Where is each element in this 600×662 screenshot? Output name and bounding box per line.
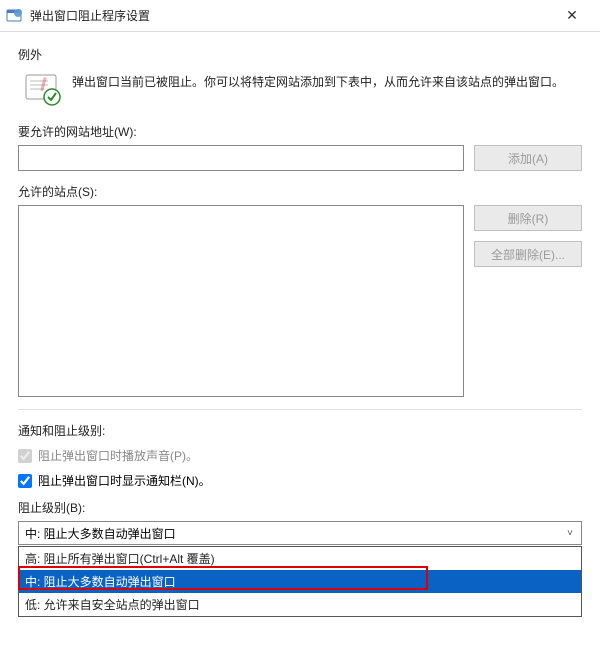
content-area: 例外 弹出窗口当前已被阻止。你可以将特定网站添加到下表中，从而允许来自该站点的弹… <box>0 32 600 627</box>
remove-all-button[interactable]: 全部删除(E)... <box>474 241 582 267</box>
close-icon: ✕ <box>566 7 578 24</box>
titlebar-left: 弹出窗口阻止程序设置 <box>6 7 150 24</box>
checkbox-show-notify[interactable]: 阻止弹出窗口时显示通知栏(N)。 <box>18 472 582 489</box>
info-icon <box>24 71 62 109</box>
app-icon <box>6 8 24 24</box>
exceptions-section-label: 例外 <box>18 46 582 63</box>
window-title: 弹出窗口阻止程序设置 <box>30 7 150 24</box>
remove-button[interactable]: 删除(R) <box>474 205 582 231</box>
checkbox-show-notify-label: 阻止弹出窗口时显示通知栏(N)。 <box>38 472 211 489</box>
list-button-column: 删除(R) 全部删除(E)... <box>474 205 582 267</box>
checkbox-play-sound[interactable]: 阻止弹出窗口时播放声音(P)。 <box>18 447 582 464</box>
checkbox-play-sound-input[interactable] <box>18 449 32 463</box>
block-level-field: 阻止级别(B): 中: 阻止大多数自动弹出窗口 高: 阻止所有弹出窗口(Ctrl… <box>18 499 582 617</box>
allowed-sites-listbox[interactable] <box>18 205 464 397</box>
section-divider <box>18 409 582 410</box>
address-label: 要允许的网站地址(W): <box>18 123 582 140</box>
notifications-section-label: 通知和阻止级别: <box>18 422 582 439</box>
block-level-combobox[interactable]: 中: 阻止大多数自动弹出窗口 <box>18 521 582 545</box>
block-level-label: 阻止级别(B): <box>18 499 582 516</box>
info-row: 弹出窗口当前已被阻止。你可以将特定网站添加到下表中，从而允许来自该站点的弹出窗口… <box>24 71 582 109</box>
close-button[interactable]: ✕ <box>552 2 592 30</box>
dropdown-option-medium[interactable]: 中: 阻止大多数自动弹出窗口 <box>19 570 581 593</box>
checkbox-play-sound-label: 阻止弹出窗口时播放声音(P)。 <box>38 447 198 464</box>
checkbox-show-notify-input[interactable] <box>18 474 32 488</box>
allowed-sites-row: 删除(R) 全部删除(E)... <box>18 205 582 397</box>
block-level-dropdown: 高: 阻止所有弹出窗口(Ctrl+Alt 覆盖) 中: 阻止大多数自动弹出窗口 … <box>18 546 582 617</box>
dropdown-option-low[interactable]: 低: 允许来自安全站点的弹出窗口 <box>19 593 581 616</box>
address-input[interactable] <box>18 145 464 171</box>
info-text: 弹出窗口当前已被阻止。你可以将特定网站添加到下表中，从而允许来自该站点的弹出窗口… <box>72 71 564 109</box>
address-row: 添加(A) <box>18 145 582 171</box>
dropdown-option-high[interactable]: 高: 阻止所有弹出窗口(Ctrl+Alt 覆盖) <box>19 547 581 570</box>
allowed-sites-label: 允许的站点(S): <box>18 183 582 200</box>
block-level-selected-value: 中: 阻止大多数自动弹出窗口 <box>25 525 176 542</box>
add-button[interactable]: 添加(A) <box>474 145 582 171</box>
titlebar: 弹出窗口阻止程序设置 ✕ <box>0 0 600 32</box>
